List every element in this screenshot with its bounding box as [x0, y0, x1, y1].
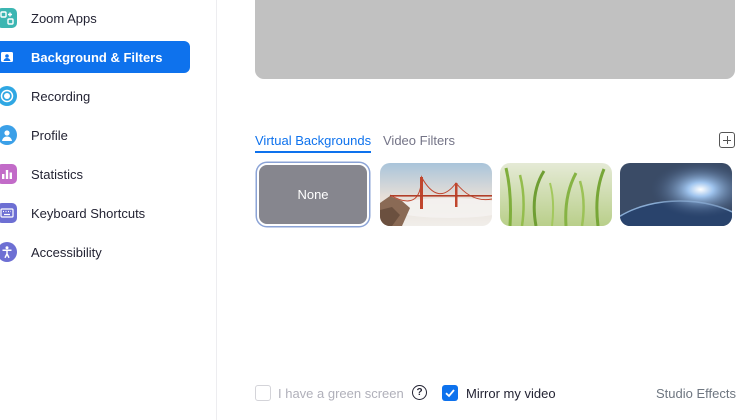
sidebar-item-label: Recording [31, 89, 91, 104]
sidebar-item-label: Statistics [31, 167, 84, 182]
profile-icon [0, 125, 17, 145]
mirror-video-checkbox[interactable] [442, 385, 458, 401]
sidebar-item-background-filters[interactable]: Background & Filters [0, 41, 190, 73]
sidebar-item-accessibility[interactable]: Accessibility [0, 236, 190, 268]
settings-sidebar: Zoom Apps Background & Filters Recording… [0, 0, 217, 420]
zoom-apps-icon [0, 8, 17, 28]
thumbnail-none[interactable]: None [257, 163, 369, 226]
green-screen-label: I have a green screen [278, 386, 404, 401]
tab-video-filters[interactable]: Video Filters [383, 133, 455, 148]
sidebar-item-profile[interactable]: Profile [0, 119, 190, 151]
add-plus-icon[interactable] [719, 132, 735, 148]
sidebar-item-label: Keyboard Shortcuts [31, 206, 146, 221]
thumbnail-label: None [297, 187, 329, 202]
keyboard-icon [0, 203, 17, 223]
sidebar-item-label: Background & Filters [31, 50, 163, 65]
sidebar-item-label: Profile [31, 128, 68, 143]
help-icon[interactable]: ? [412, 385, 427, 400]
background-filters-icon [0, 47, 17, 67]
video-preview [255, 0, 735, 79]
accessibility-icon [0, 242, 17, 262]
sidebar-item-label: Zoom Apps [31, 11, 97, 26]
thumbnail-earth-from-space[interactable] [620, 163, 732, 226]
thumbnail-golden-gate-bridge[interactable] [380, 163, 492, 226]
sidebar-item-label: Accessibility [31, 245, 102, 260]
studio-effects-link[interactable]: Studio Effects [656, 386, 736, 401]
checkmark-icon [445, 389, 455, 398]
thumbnail-grass[interactable] [500, 163, 612, 226]
sidebar-item-keyboard-shortcuts[interactable]: Keyboard Shortcuts [0, 197, 190, 229]
sidebar-item-zoom-apps[interactable]: Zoom Apps [0, 2, 190, 34]
tab-virtual-backgrounds[interactable]: Virtual Backgrounds [255, 133, 371, 148]
statistics-icon [0, 164, 17, 184]
mirror-video-label: Mirror my video [466, 386, 556, 401]
sidebar-item-recording[interactable]: Recording [0, 80, 190, 112]
recording-icon [0, 86, 17, 106]
green-screen-checkbox[interactable] [255, 385, 271, 401]
tab-underline [255, 151, 371, 153]
sidebar-item-statistics[interactable]: Statistics [0, 158, 190, 190]
